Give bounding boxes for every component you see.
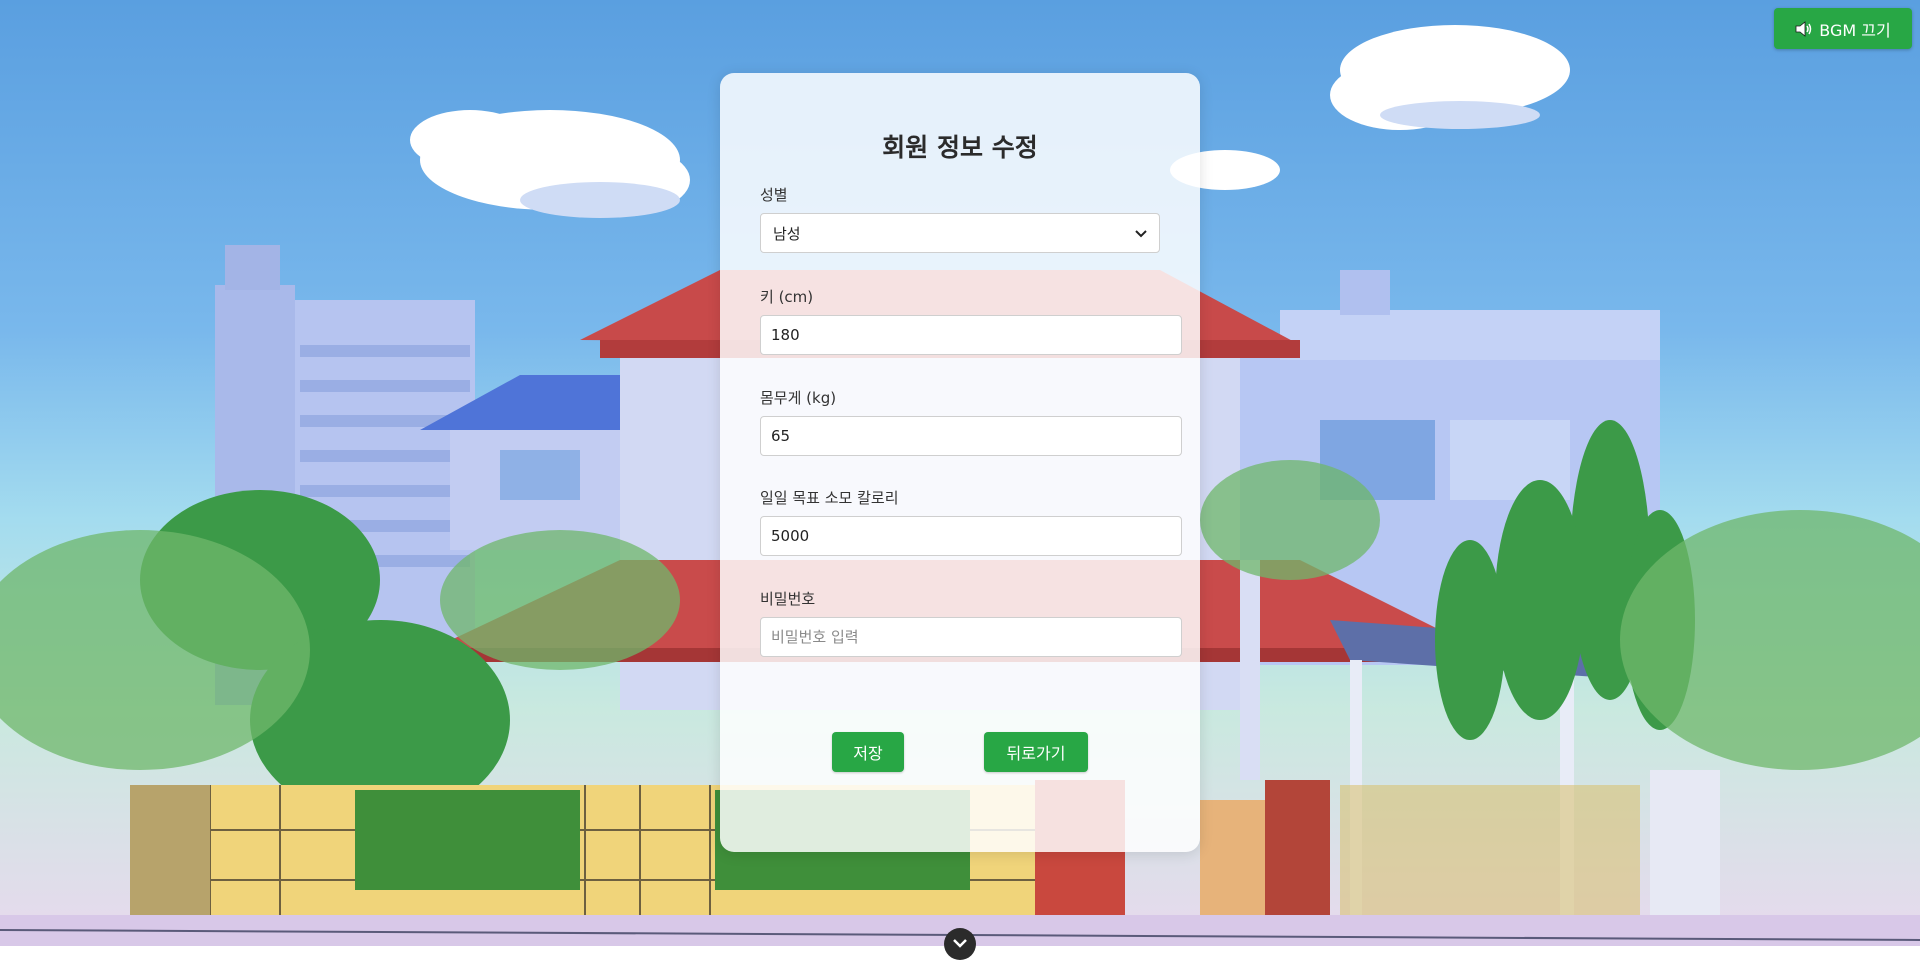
- chevron-down-icon: [1135, 224, 1147, 242]
- speaker-icon: [1795, 20, 1813, 37]
- scroll-down-button[interactable]: [944, 928, 976, 960]
- password-field: 비밀번호: [760, 589, 1182, 657]
- height-label: 키 (cm): [760, 288, 814, 306]
- gender-select-value: 남성: [773, 224, 801, 243]
- weight-input[interactable]: [760, 416, 1182, 456]
- weight-field: 몸무게 (kg): [760, 388, 1182, 456]
- calories-label: 일일 목표 소모 칼로리: [760, 489, 899, 507]
- page-title: 회원 정보 수정: [882, 133, 1038, 162]
- back-button[interactable]: 뒤로가기: [984, 732, 1088, 772]
- gender-field: 성별 남성: [760, 185, 1160, 253]
- calories-field: 일일 목표 소모 칼로리: [760, 488, 1182, 556]
- calories-input[interactable]: [760, 516, 1182, 556]
- password-input[interactable]: [760, 617, 1182, 657]
- profile-edit-card: 회원 정보 수정 성별 남성 키 (cm) 몸무게 (kg) 일일 목표 소모 …: [720, 73, 1200, 852]
- bgm-toggle-button[interactable]: BGM 끄기: [1774, 8, 1912, 49]
- bgm-toggle-label: BGM 끄기: [1819, 20, 1891, 40]
- save-button[interactable]: 저장: [832, 732, 904, 772]
- weight-label: 몸무게 (kg): [760, 389, 837, 407]
- height-input[interactable]: [760, 315, 1182, 355]
- password-label: 비밀번호: [760, 590, 816, 608]
- chevron-down-icon: [953, 934, 967, 953]
- height-field: 키 (cm): [760, 287, 1182, 355]
- gender-select[interactable]: 남성: [760, 213, 1160, 253]
- gender-label: 성별: [760, 186, 788, 204]
